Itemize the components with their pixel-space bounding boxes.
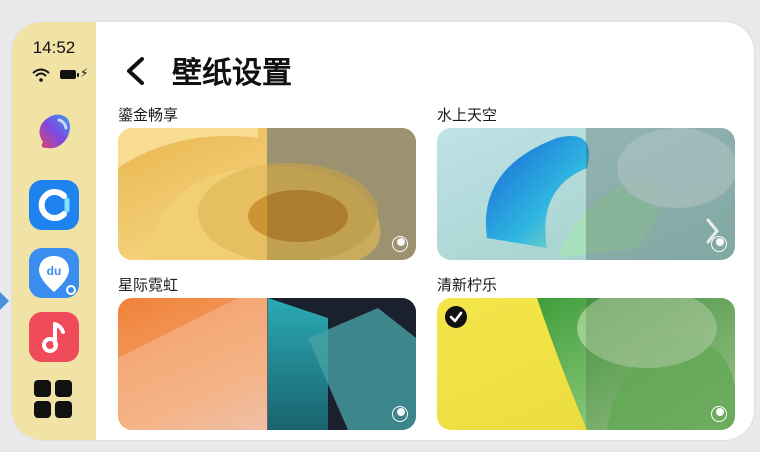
battery-icon	[60, 70, 79, 79]
dock-sidebar: 14:52 ⚡ du	[12, 22, 96, 440]
music-app-icon[interactable]	[29, 312, 79, 362]
wallpaper-card-lemon[interactable]	[437, 298, 735, 430]
theme-mode-icon	[711, 406, 727, 422]
charging-bolt-icon: ⚡	[80, 66, 89, 80]
wallpaper-label-lemon: 清新柠乐	[437, 276, 498, 294]
status-time: 14:52	[32, 38, 76, 57]
wifi-icon	[32, 68, 50, 82]
browser-app-icon[interactable]	[29, 180, 79, 230]
theme-mode-icon	[711, 236, 727, 252]
wallpaper-label-neon: 星际霓虹	[118, 276, 179, 294]
wallpaper-label-gold: 鎏金畅享	[118, 106, 179, 124]
wallpaper-card-sky[interactable]	[437, 128, 735, 260]
status-icons: ⚡	[32, 66, 92, 82]
maps-app-text: du	[47, 264, 62, 278]
theme-mode-icon	[392, 406, 408, 422]
back-chevron-icon[interactable]	[122, 56, 150, 86]
screen-frame: 14:52 ⚡ du 壁纸设置 鎏金畅享 水上天空 星际霓虹 清新柠乐	[12, 22, 754, 440]
wallpaper-card-neon[interactable]	[118, 298, 416, 430]
page-title: 壁纸设置	[172, 56, 292, 91]
wallpaper-label-sky: 水上天空	[437, 106, 498, 124]
maps-app-icon[interactable]: du	[29, 248, 79, 298]
selected-check-icon	[445, 306, 467, 328]
wallpaper-card-gold[interactable]	[118, 128, 416, 260]
theme-mode-icon	[392, 236, 408, 252]
side-arrow-indicator	[0, 292, 9, 310]
app-grid-icon[interactable]	[34, 380, 74, 420]
assistant-app-icon[interactable]	[29, 108, 79, 158]
